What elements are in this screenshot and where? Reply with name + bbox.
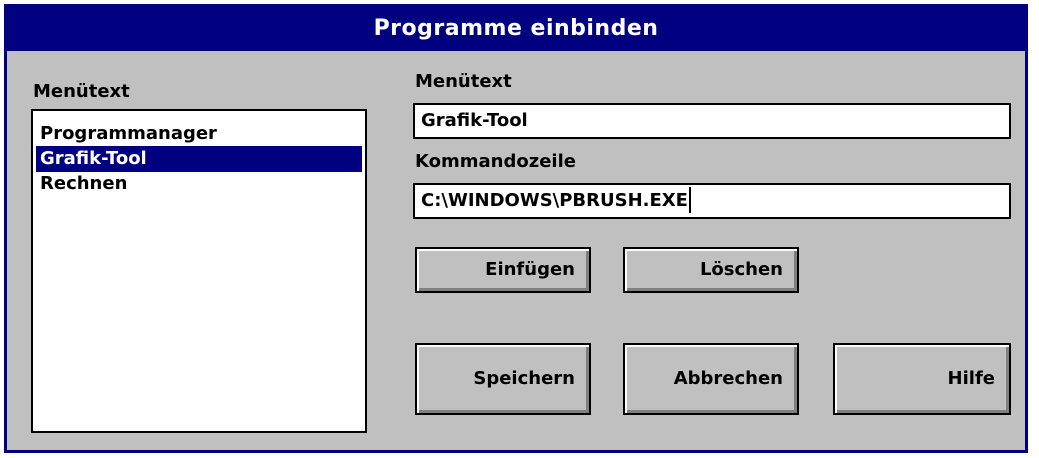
menu-list-label: Menütext — [33, 81, 130, 102]
help-button[interactable]: Hilfe — [833, 343, 1011, 415]
list-item-rechnen[interactable]: Rechnen — [36, 171, 362, 197]
text-caret — [688, 186, 691, 213]
menu-listbox[interactable]: Programmanager Grafik-Tool Rechnen — [31, 109, 367, 433]
dialog-title[interactable]: Programme einbinden — [7, 7, 1025, 51]
menutext-input[interactable]: Grafik-Tool — [413, 103, 1011, 139]
list-item-programmanager[interactable]: Programmanager — [36, 121, 362, 147]
menutext-label: Menütext — [415, 71, 512, 92]
command-input[interactable]: C:\WINDOWS\PBRUSH.EXE — [413, 183, 1011, 219]
list-item-grafik-tool[interactable]: Grafik-Tool — [36, 146, 362, 172]
delete-button[interactable]: Löschen — [623, 247, 799, 293]
command-label: Kommandozeile — [415, 151, 576, 172]
cancel-button[interactable]: Abbrechen — [623, 343, 799, 415]
menutext-value: Grafik-Tool — [421, 110, 528, 131]
command-value: C:\WINDOWS\PBRUSH.EXE — [421, 190, 688, 211]
save-button[interactable]: Speichern — [415, 343, 591, 415]
programme-einbinden-dialog: Programme einbinden Menütext Programmana… — [4, 4, 1028, 453]
insert-button[interactable]: Einfügen — [415, 247, 591, 293]
